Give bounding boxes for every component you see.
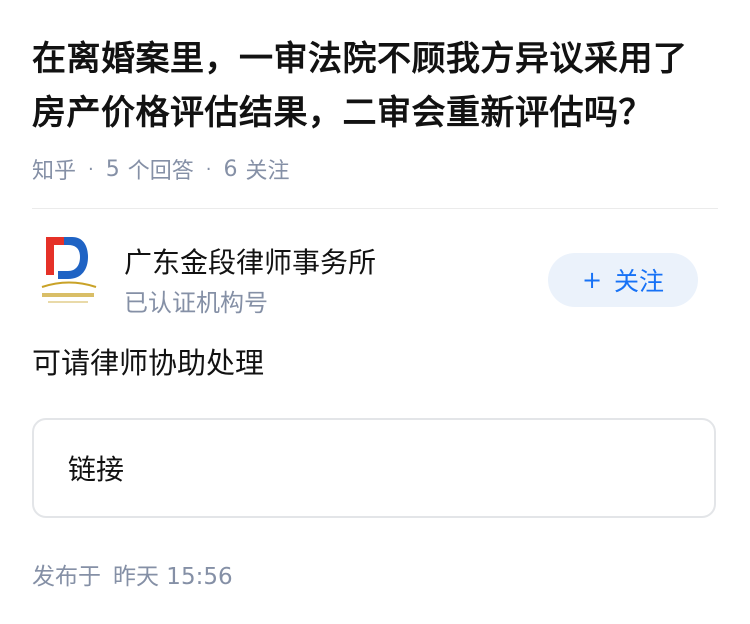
publish-time: 发布于 昨天 15:56 — [32, 557, 233, 591]
answer-text: 可请律师协助处理 — [32, 346, 265, 380]
question-meta: 知乎 · 5 个回答 · 6 关注 — [32, 152, 718, 186]
follower-count: 6 — [223, 156, 238, 182]
follower-count-label[interactable]: 关注 — [246, 153, 290, 185]
author-row: 广东金段律师事务所 已认证机构号 + 关注 — [0, 209, 750, 319]
publish-time-value: 昨天 15:56 — [113, 564, 233, 590]
author-name[interactable]: 广东金段律师事务所 — [124, 241, 376, 281]
meta-separator-dot: · — [88, 158, 94, 180]
link-card-label: 链接 — [68, 453, 125, 486]
publish-label: 发布于 — [32, 564, 101, 590]
question-header: 在离婚案里，一审法院不顾我方异议采用了房产价格评估结果，二审会重新评估吗？ 知乎… — [0, 0, 750, 209]
answer-count-label[interactable]: 个回答 — [128, 153, 194, 185]
answer-count: 5 — [105, 156, 120, 182]
source-label[interactable]: 知乎 — [32, 153, 76, 185]
follow-button-label: 关注 — [614, 267, 665, 296]
plus-icon: + — [581, 266, 603, 294]
link-card[interactable]: 链接 — [32, 418, 716, 518]
meta-separator-dot: · — [205, 158, 212, 180]
question-title[interactable]: 在离婚案里，一审法院不顾我方异议采用了房产价格评估结果，二审会重新评估吗？ — [32, 32, 718, 140]
follow-button[interactable]: + 关注 — [548, 253, 698, 307]
author-badge: 已认证机构号 — [124, 289, 268, 317]
law-firm-logo-icon[interactable] — [34, 231, 102, 315]
